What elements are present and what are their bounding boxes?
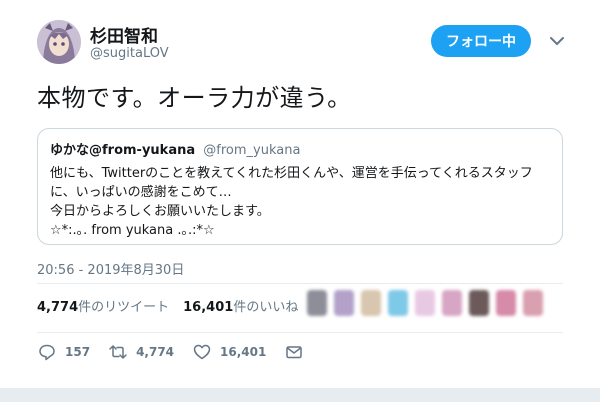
liker-avatar[interactable] xyxy=(523,290,543,316)
tweet-stats: 4,774件のリツイート 16,401件のいいね xyxy=(37,296,298,315)
likes-stat[interactable]: 16,401件のいいね xyxy=(183,300,298,315)
retweet-button[interactable]: 4,774 xyxy=(108,342,174,362)
heart-icon xyxy=(193,344,211,360)
liker-avatar[interactable] xyxy=(334,290,354,316)
retweets-label: 件のリツイート xyxy=(78,300,170,315)
liker-avatar[interactable] xyxy=(415,290,435,316)
following-button[interactable]: フォロー中 xyxy=(431,25,531,57)
action-bar: 157 4,774 16,401 xyxy=(37,341,330,363)
liker-avatar[interactable] xyxy=(442,290,462,316)
liker-avatars xyxy=(307,290,543,316)
chevron-down-icon[interactable] xyxy=(547,31,567,51)
quoted-text-line: 今日からよろしくお願いいたします。 xyxy=(50,204,270,219)
reply-count: 157 xyxy=(65,345,91,359)
author-handle[interactable]: @sugitaLOV xyxy=(90,46,169,61)
retweet-icon xyxy=(109,345,127,359)
like-count: 16,401 xyxy=(220,345,267,359)
tweet-timestamp[interactable]: 20:56 - 2019年8月30日 xyxy=(37,259,184,278)
divider xyxy=(37,332,563,333)
reply-icon xyxy=(39,344,55,361)
quoted-author-handle: @from_yukana xyxy=(203,143,301,158)
liker-avatar[interactable] xyxy=(496,290,516,316)
direct-message-button[interactable] xyxy=(284,342,312,362)
author-name[interactable]: 杉田智和 xyxy=(90,22,158,47)
quoted-tweet[interactable]: ゆかな@from-yukana @from_yukana 他にも、Twitter… xyxy=(37,128,563,245)
quoted-text-line: ☆*:.｡. from yukana .｡.:*☆ xyxy=(50,223,215,238)
envelope-icon xyxy=(286,346,303,359)
liker-avatar[interactable] xyxy=(388,290,408,316)
likes-count: 16,401 xyxy=(183,300,234,315)
liker-avatar[interactable] xyxy=(307,290,327,316)
reply-button[interactable]: 157 xyxy=(37,342,90,362)
tweet-text: 本物です。オーラ力が違う。 xyxy=(37,84,352,112)
liker-avatar[interactable] xyxy=(361,290,381,316)
retweets-stat[interactable]: 4,774件のリツイート xyxy=(37,300,169,315)
quoted-text-line: に、いっぱいの感謝をこめて… xyxy=(50,185,232,200)
divider xyxy=(37,283,563,284)
quoted-author-name: ゆかな@from-yukana xyxy=(50,143,196,158)
quoted-tweet-header: ゆかな@from-yukana @from_yukana xyxy=(50,139,550,158)
liker-avatar[interactable] xyxy=(469,290,489,316)
avatar[interactable] xyxy=(37,20,81,64)
page-footer-band xyxy=(0,388,600,402)
likes-label: 件のいいね xyxy=(233,300,299,315)
quoted-text-line: 他にも、Twitterのことを教えてくれた杉田くんや、運営を手伝ってくれるスタッ… xyxy=(50,166,533,181)
like-button[interactable]: 16,401 xyxy=(192,342,266,362)
retweets-count: 4,774 xyxy=(37,300,79,315)
retweet-count: 4,774 xyxy=(136,345,175,359)
